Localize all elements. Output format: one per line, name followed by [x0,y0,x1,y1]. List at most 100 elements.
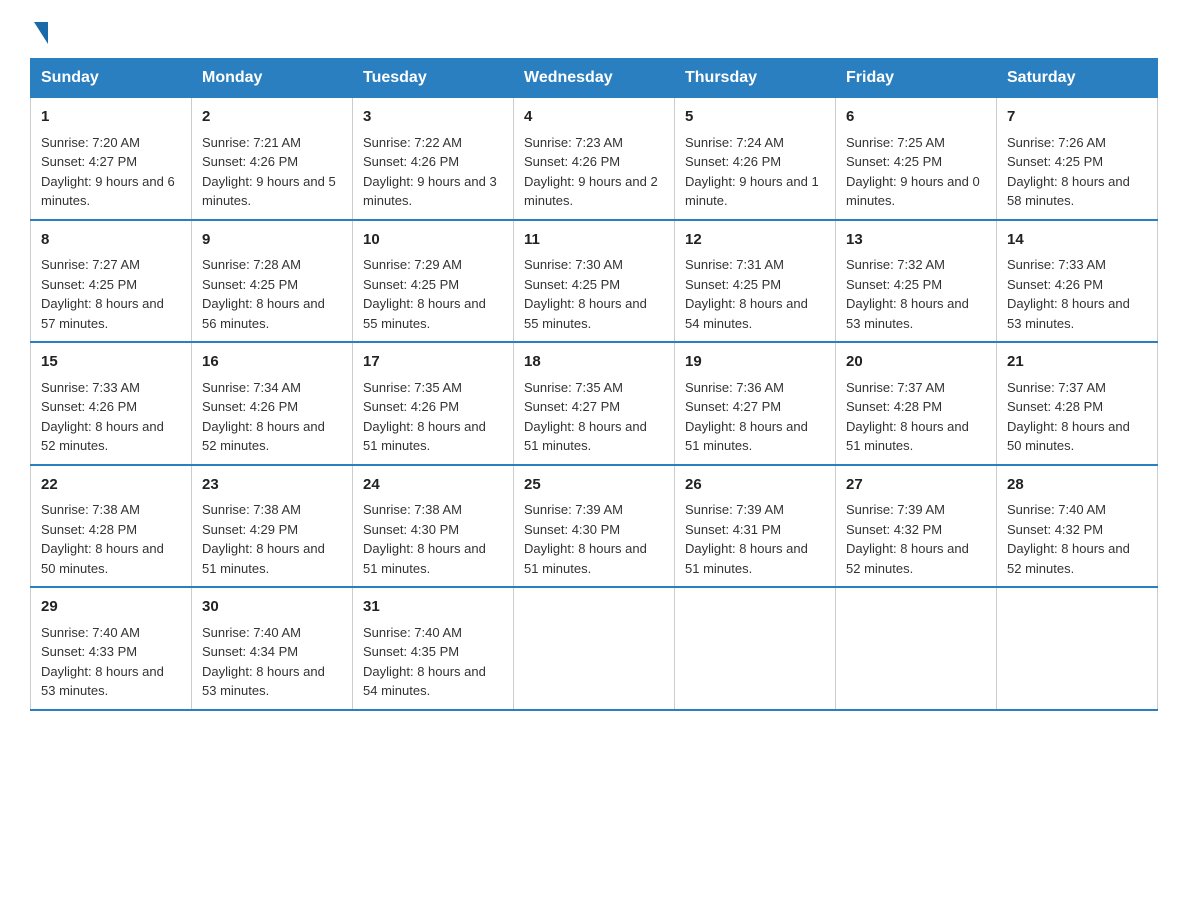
sunrise-text: Sunrise: 7:38 AM [41,502,140,517]
calendar-day-cell: 24 Sunrise: 7:38 AM Sunset: 4:30 PM Dayl… [353,465,514,588]
sunset-text: Sunset: 4:31 PM [685,522,781,537]
day-of-week-header: Friday [836,59,997,98]
calendar-day-cell: 25 Sunrise: 7:39 AM Sunset: 4:30 PM Dayl… [514,465,675,588]
daylight-text: Daylight: 9 hours and 2 minutes. [524,174,658,209]
sunrise-text: Sunrise: 7:22 AM [363,135,462,150]
sunset-text: Sunset: 4:28 PM [41,522,137,537]
daylight-text: Daylight: 8 hours and 52 minutes. [41,419,164,454]
daylight-text: Daylight: 8 hours and 55 minutes. [363,296,486,331]
sunset-text: Sunset: 4:32 PM [846,522,942,537]
sunset-text: Sunset: 4:28 PM [846,399,942,414]
sunset-text: Sunset: 4:25 PM [202,277,298,292]
day-number: 22 [41,474,181,497]
day-of-week-header: Sunday [31,59,192,98]
day-number: 11 [524,229,664,252]
daylight-text: Daylight: 8 hours and 51 minutes. [363,419,486,454]
day-of-week-header: Tuesday [353,59,514,98]
daylight-text: Daylight: 8 hours and 51 minutes. [524,419,647,454]
calendar-day-cell: 10 Sunrise: 7:29 AM Sunset: 4:25 PM Dayl… [353,220,514,343]
sunrise-text: Sunrise: 7:40 AM [202,625,301,640]
sunset-text: Sunset: 4:27 PM [524,399,620,414]
calendar-day-cell: 21 Sunrise: 7:37 AM Sunset: 4:28 PM Dayl… [997,342,1158,465]
daylight-text: Daylight: 8 hours and 54 minutes. [363,664,486,699]
day-number: 27 [846,474,986,497]
day-number: 18 [524,351,664,374]
calendar-day-cell: 22 Sunrise: 7:38 AM Sunset: 4:28 PM Dayl… [31,465,192,588]
daylight-text: Daylight: 8 hours and 50 minutes. [1007,419,1130,454]
day-number: 7 [1007,106,1147,129]
calendar-day-cell: 16 Sunrise: 7:34 AM Sunset: 4:26 PM Dayl… [192,342,353,465]
sunrise-text: Sunrise: 7:38 AM [202,502,301,517]
calendar-week-row: 8 Sunrise: 7:27 AM Sunset: 4:25 PM Dayli… [31,220,1158,343]
sunset-text: Sunset: 4:33 PM [41,644,137,659]
sunrise-text: Sunrise: 7:32 AM [846,257,945,272]
calendar-day-cell: 26 Sunrise: 7:39 AM Sunset: 4:31 PM Dayl… [675,465,836,588]
daylight-text: Daylight: 9 hours and 6 minutes. [41,174,175,209]
day-number: 25 [524,474,664,497]
sunrise-text: Sunrise: 7:37 AM [846,380,945,395]
daylight-text: Daylight: 8 hours and 55 minutes. [524,296,647,331]
sunset-text: Sunset: 4:26 PM [685,154,781,169]
sunrise-text: Sunrise: 7:36 AM [685,380,784,395]
day-number: 14 [1007,229,1147,252]
calendar-day-cell: 5 Sunrise: 7:24 AM Sunset: 4:26 PM Dayli… [675,98,836,220]
sunrise-text: Sunrise: 7:25 AM [846,135,945,150]
calendar-day-cell: 1 Sunrise: 7:20 AM Sunset: 4:27 PM Dayli… [31,98,192,220]
day-number: 21 [1007,351,1147,374]
day-number: 8 [41,229,181,252]
day-number: 17 [363,351,503,374]
calendar-day-cell [675,587,836,710]
daylight-text: Daylight: 8 hours and 52 minutes. [1007,541,1130,576]
day-of-week-header: Monday [192,59,353,98]
calendar-week-row: 22 Sunrise: 7:38 AM Sunset: 4:28 PM Dayl… [31,465,1158,588]
daylight-text: Daylight: 9 hours and 5 minutes. [202,174,336,209]
calendar-day-cell: 9 Sunrise: 7:28 AM Sunset: 4:25 PM Dayli… [192,220,353,343]
sunset-text: Sunset: 4:27 PM [685,399,781,414]
sunset-text: Sunset: 4:29 PM [202,522,298,537]
calendar-day-cell: 27 Sunrise: 7:39 AM Sunset: 4:32 PM Dayl… [836,465,997,588]
daylight-text: Daylight: 8 hours and 51 minutes. [685,541,808,576]
day-number: 24 [363,474,503,497]
sunrise-text: Sunrise: 7:24 AM [685,135,784,150]
daylight-text: Daylight: 8 hours and 52 minutes. [202,419,325,454]
calendar-day-cell: 15 Sunrise: 7:33 AM Sunset: 4:26 PM Dayl… [31,342,192,465]
calendar-day-cell: 18 Sunrise: 7:35 AM Sunset: 4:27 PM Dayl… [514,342,675,465]
sunset-text: Sunset: 4:28 PM [1007,399,1103,414]
day-number: 20 [846,351,986,374]
day-number: 4 [524,106,664,129]
sunset-text: Sunset: 4:25 PM [363,277,459,292]
sunrise-text: Sunrise: 7:30 AM [524,257,623,272]
calendar-day-cell: 11 Sunrise: 7:30 AM Sunset: 4:25 PM Dayl… [514,220,675,343]
day-number: 28 [1007,474,1147,497]
sunset-text: Sunset: 4:30 PM [524,522,620,537]
calendar-day-cell: 7 Sunrise: 7:26 AM Sunset: 4:25 PM Dayli… [997,98,1158,220]
daylight-text: Daylight: 8 hours and 52 minutes. [846,541,969,576]
sunset-text: Sunset: 4:25 PM [1007,154,1103,169]
calendar-day-cell [514,587,675,710]
sunrise-text: Sunrise: 7:40 AM [41,625,140,640]
daylight-text: Daylight: 8 hours and 51 minutes. [846,419,969,454]
sunset-text: Sunset: 4:35 PM [363,644,459,659]
sunrise-text: Sunrise: 7:20 AM [41,135,140,150]
page-header [30,20,1158,40]
sunset-text: Sunset: 4:25 PM [41,277,137,292]
sunrise-text: Sunrise: 7:29 AM [363,257,462,272]
day-number: 10 [363,229,503,252]
daylight-text: Daylight: 8 hours and 51 minutes. [524,541,647,576]
calendar-day-cell: 6 Sunrise: 7:25 AM Sunset: 4:25 PM Dayli… [836,98,997,220]
calendar-body: 1 Sunrise: 7:20 AM Sunset: 4:27 PM Dayli… [31,98,1158,710]
calendar-day-cell: 30 Sunrise: 7:40 AM Sunset: 4:34 PM Dayl… [192,587,353,710]
sunset-text: Sunset: 4:34 PM [202,644,298,659]
day-number: 1 [41,106,181,129]
daylight-text: Daylight: 8 hours and 50 minutes. [41,541,164,576]
sunset-text: Sunset: 4:32 PM [1007,522,1103,537]
calendar-day-cell: 12 Sunrise: 7:31 AM Sunset: 4:25 PM Dayl… [675,220,836,343]
day-number: 6 [846,106,986,129]
calendar-day-cell: 23 Sunrise: 7:38 AM Sunset: 4:29 PM Dayl… [192,465,353,588]
sunset-text: Sunset: 4:25 PM [846,154,942,169]
sunrise-text: Sunrise: 7:39 AM [524,502,623,517]
calendar-week-row: 29 Sunrise: 7:40 AM Sunset: 4:33 PM Dayl… [31,587,1158,710]
day-number: 19 [685,351,825,374]
day-of-week-header: Thursday [675,59,836,98]
daylight-text: Daylight: 8 hours and 53 minutes. [846,296,969,331]
